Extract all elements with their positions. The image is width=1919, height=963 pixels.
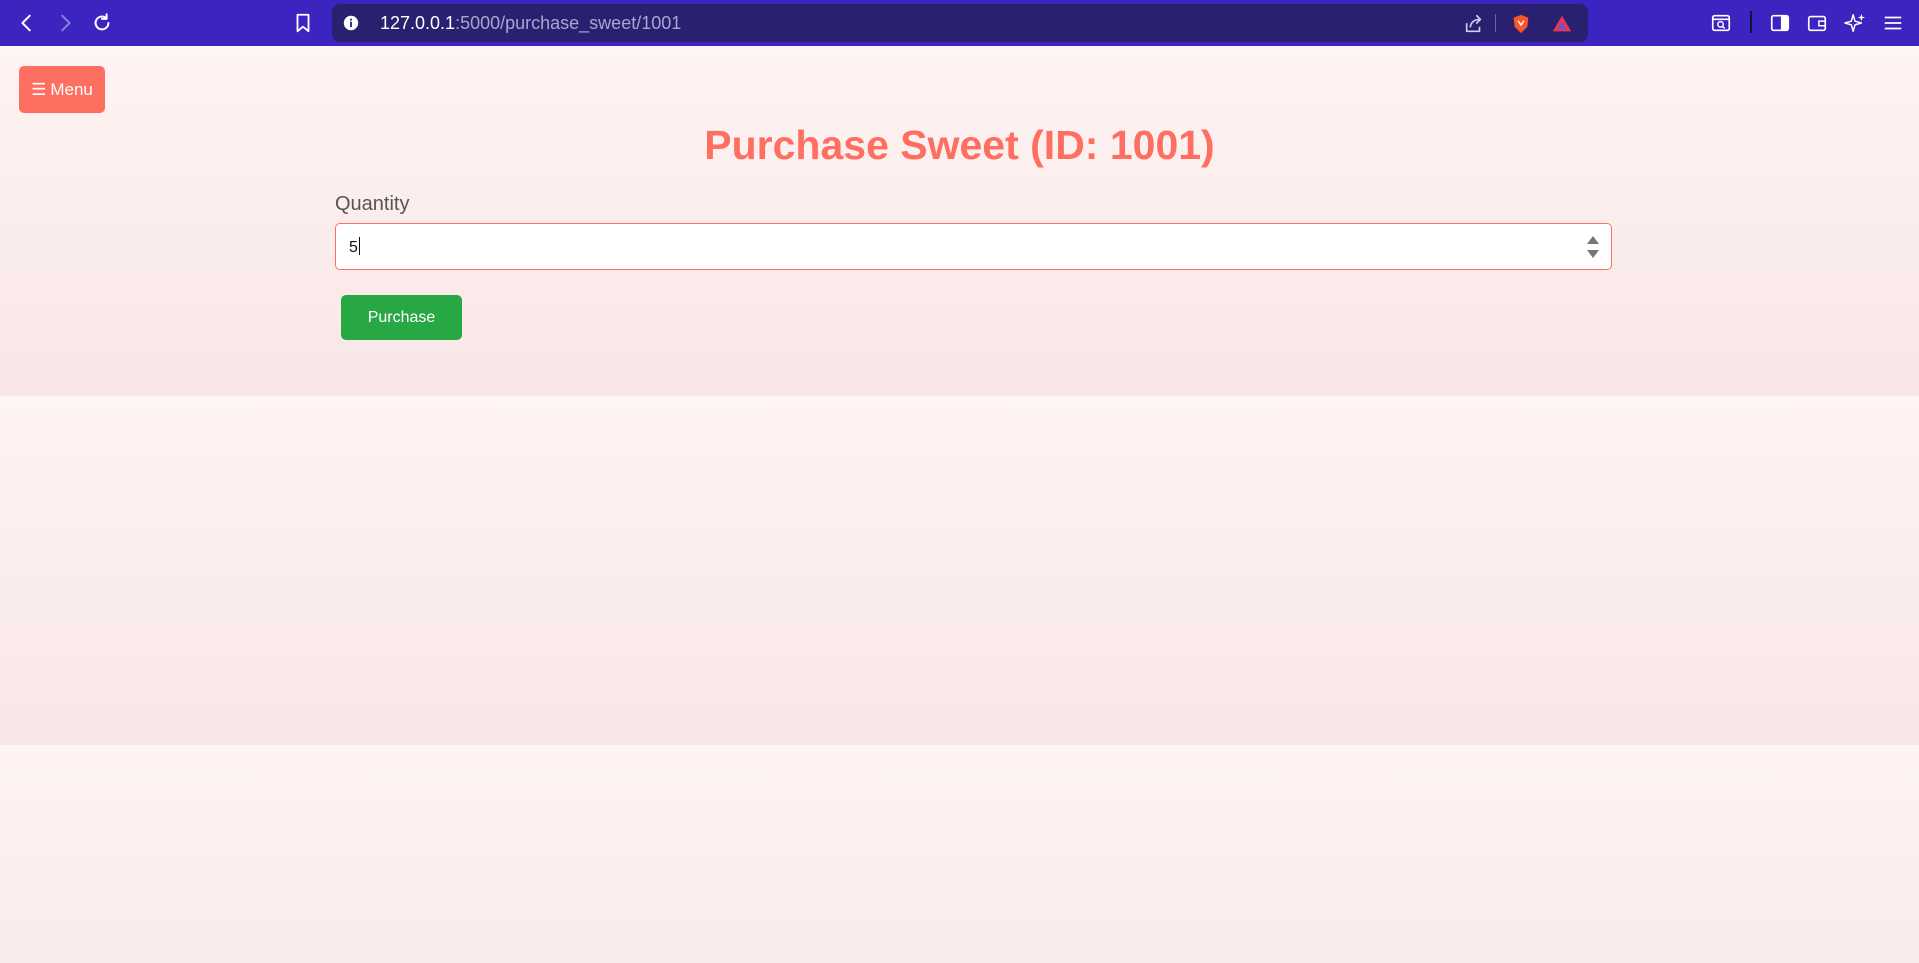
toolbar-divider — [1750, 11, 1752, 33]
brave-shields-button[interactable] — [1509, 12, 1533, 36]
quantity-label: Quantity — [335, 193, 410, 215]
url-text[interactable]: 127.0.0.1:5000/purchase_sweet/1001 — [380, 13, 681, 34]
back-button[interactable] — [12, 8, 42, 38]
browser-menu-button[interactable] — [1879, 9, 1907, 37]
quantity-input[interactable]: 5 — [335, 223, 1612, 270]
forward-button[interactable] — [50, 8, 80, 38]
hamburger-menu-icon — [1884, 16, 1902, 30]
quantity-value-wrapper: 5 — [349, 237, 360, 257]
quantity-value: 5 — [349, 239, 358, 256]
stepper-down-icon[interactable] — [1587, 250, 1599, 258]
page-content: ☰ Menu Purchase Sweet (ID: 1001) Quantit… — [0, 46, 1919, 963]
background-band — [0, 745, 1919, 963]
bookmark-button[interactable] — [288, 8, 318, 38]
background-band — [0, 46, 1919, 396]
brave-rewards-button[interactable] — [1550, 12, 1574, 36]
leo-ai-icon — [1844, 13, 1866, 32]
address-bar[interactable]: 127.0.0.1:5000/purchase_sweet/1001 — [332, 4, 1588, 42]
leo-ai-button[interactable] — [1841, 9, 1869, 37]
stepper-up-icon[interactable] — [1587, 236, 1599, 244]
url-path: :5000/purchase_sweet/1001 — [455, 13, 682, 33]
purchase-button[interactable]: Purchase — [341, 295, 462, 340]
tab-search-button[interactable] — [1707, 9, 1735, 37]
quantity-stepper[interactable] — [1587, 236, 1599, 258]
info-icon[interactable] — [342, 14, 360, 32]
share-button[interactable] — [1462, 12, 1486, 36]
sidebar-icon — [1770, 14, 1790, 32]
url-host: 127.0.0.1 — [380, 13, 456, 33]
browser-toolbar: 127.0.0.1:5000/purchase_sweet/1001 — [0, 0, 1919, 46]
menu-icon: ☰ — [31, 79, 47, 99]
brave-rewards-icon — [1552, 15, 1572, 32]
page-title: Purchase Sweet (ID: 1001) — [704, 122, 1215, 168]
url-divider — [1495, 14, 1496, 32]
background-band — [0, 396, 1919, 745]
text-caret — [358, 237, 360, 255]
reload-icon — [94, 13, 110, 31]
bookmark-icon — [296, 13, 310, 33]
sidebar-button[interactable] — [1766, 9, 1794, 37]
brave-shield-icon — [1513, 14, 1529, 34]
menu-button[interactable]: ☰ Menu — [19, 66, 105, 113]
wallet-icon — [1807, 15, 1827, 32]
forward-icon — [61, 14, 71, 32]
menu-label: Menu — [50, 79, 93, 99]
reload-button[interactable] — [87, 8, 117, 38]
share-icon — [1465, 14, 1482, 33]
search-tab-icon — [1711, 14, 1731, 32]
wallet-button[interactable] — [1803, 9, 1831, 37]
back-icon — [21, 14, 31, 32]
